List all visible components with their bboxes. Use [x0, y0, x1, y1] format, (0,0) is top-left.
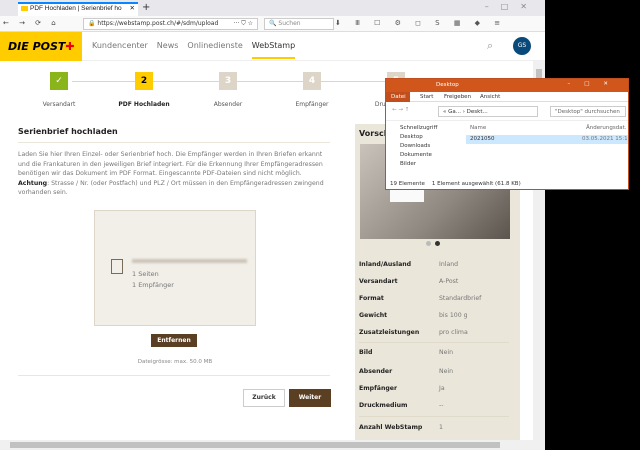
swiss-cross-icon: ✚ [65, 40, 75, 53]
new-tab-button[interactable]: + [142, 2, 150, 13]
explorer-title: Desktop [436, 82, 459, 88]
tab-bar: PDF Hochladen | Serienbrief ho ✕ + –□✕ [0, 0, 545, 16]
warning-label: Achtung [18, 179, 48, 187]
nav-buttons[interactable]: ← → ⟳ ⌂ [3, 19, 60, 27]
ribbon-datei[interactable]: Datei [386, 92, 410, 102]
window-controls[interactable]: –□✕ [485, 2, 539, 11]
file-row-selected[interactable]: 2021050 03.05.2021 15:1 [466, 135, 628, 144]
post-logo[interactable]: DIE POST✚ [0, 32, 82, 61]
step-label: Absender [213, 101, 243, 108]
file-name-blurred [132, 259, 247, 263]
nav-downloads[interactable]: Downloads [386, 141, 458, 150]
nav-bilder[interactable]: Bilder [386, 159, 458, 168]
url-bar[interactable]: 🔒 https://webstamp.post.ch/#/sdm/upload ·… [83, 18, 258, 30]
ribbon-ansicht[interactable]: Ansicht [480, 94, 500, 100]
file-name: 2021050 [470, 136, 495, 142]
file-date: 03.05.2021 15:1 [582, 136, 628, 142]
page-count: 1 Seiten [132, 270, 159, 278]
warning-text: : Strasse / Nr. (oder Postfach) und PLZ … [18, 179, 324, 197]
address-row: ← → ↑ « Ga... › Deskt... "Desktop" durch… [386, 103, 628, 121]
document-icon [111, 259, 123, 274]
upload-dropzone[interactable]: 1 Seiten 1 Empfänger [94, 210, 256, 326]
explorer-search[interactable]: "Desktop" durchsuchen [550, 106, 626, 117]
browser-window: PDF Hochladen | Serienbrief ho ✕ + –□✕ ← … [0, 0, 545, 450]
page-actions[interactable]: ··· ⛉ ☆ [234, 20, 253, 28]
nav-onlinedienste[interactable]: Onlinedienste [187, 41, 242, 50]
search-icon[interactable]: ⌕ [487, 39, 493, 53]
step-absender: 3 Absender [193, 72, 263, 108]
back-forward-up-icons[interactable]: ← → ↑ [392, 107, 409, 113]
close-tab-icon[interactable]: ✕ [130, 4, 135, 14]
search-input[interactable]: 🔍 Suchen [264, 18, 334, 30]
explorer-ribbon: Datei Start Freigeben Ansicht [386, 92, 628, 102]
tab-title: PDF Hochladen | Serienbrief ho [30, 5, 122, 12]
horizontal-scrollbar[interactable] [0, 440, 545, 450]
logo-text: DIE POST [8, 40, 66, 53]
step-number: 4 [303, 72, 321, 90]
page-title: Serienbrief hochladen [18, 127, 118, 136]
toolbar-icons[interactable]: ⬇ Ⅲ ☐ ⚙ ◻ S ▦ ◆ ≡ [335, 19, 506, 27]
favicon-icon [21, 5, 28, 11]
back-button[interactable]: Zurück [243, 389, 285, 407]
url-text: https://webstamp.post.ch/#/sdm/upload [97, 20, 219, 27]
step-label: Empfänger [295, 101, 329, 108]
navigation-pane: Schnellzugriff Desktop Downloads Dokumen… [386, 123, 458, 179]
address-bar[interactable]: « Ga... › Deskt... [438, 106, 538, 117]
ribbon-start[interactable]: Start [420, 94, 433, 100]
nav-bar: ← → ⟳ ⌂ 🔒 https://webstamp.post.ch/#/sdm… [0, 16, 545, 32]
step-check-icon: ✓ [50, 72, 68, 90]
site-header: DIE POST✚ Kundencenter News Onlinedienste W… [0, 32, 545, 61]
remove-button[interactable]: Entfernen [151, 334, 197, 347]
step-label: Versandart [42, 101, 76, 108]
avatar[interactable]: GS [513, 37, 531, 55]
nav-desktop[interactable]: Desktop [386, 132, 458, 141]
divider [18, 375, 330, 376]
divider [18, 142, 330, 143]
item-count: 19 Elemente [390, 181, 425, 187]
recipient-count: 1 Empfänger [132, 281, 174, 289]
step-number: 2 [135, 72, 153, 90]
step-number: 3 [219, 72, 237, 90]
column-name[interactable]: Name [470, 125, 486, 131]
step-label: PDF Hochladen [118, 101, 170, 108]
nav-dokumente[interactable]: Dokumente [386, 150, 458, 159]
file-size-limit: Dateigrösse: max. 50.0 MB [137, 359, 213, 365]
nav-kundencenter[interactable]: Kundencenter [92, 41, 148, 50]
carousel-dots[interactable] [426, 240, 444, 248]
main-nav: Kundencenter News Onlinedienste WebStamp [92, 41, 304, 59]
status-bar: 19 Elemente 1 Element ausgewählt (61.8 K… [390, 181, 521, 187]
step-empfaenger: 4 Empfänger [277, 72, 347, 108]
ribbon-freigeben[interactable]: Freigeben [444, 94, 471, 100]
column-date[interactable]: Änderungsdat. [586, 125, 626, 131]
nav-webstamp[interactable]: WebStamp [251, 41, 296, 59]
next-button[interactable]: Weiter [289, 389, 331, 407]
selection-info: 1 Element ausgewählt (61.8 KB) [431, 181, 521, 187]
window-controls[interactable]: –□✕ [567, 81, 622, 87]
nav-schnellzugriff[interactable]: Schnellzugriff [386, 123, 458, 132]
step-pdf-hochladen[interactable]: 2 PDF Hochladen [109, 72, 179, 108]
nav-news[interactable]: News [157, 41, 179, 50]
search-placeholder: Suchen [278, 20, 301, 27]
browser-tab[interactable]: PDF Hochladen | Serienbrief ho ✕ [18, 2, 138, 16]
description: Laden Sie hier Ihren Einzel- oder Serien… [18, 150, 333, 198]
file-explorer-window: Desktop –□✕ Datei Start Freigeben Ansicht… [385, 78, 629, 190]
description-text: Laden Sie hier Ihren Einzel- oder Serien… [18, 151, 323, 177]
step-versandart[interactable]: ✓ Versandart [24, 72, 94, 108]
explorer-titlebar[interactable]: Desktop –□✕ [386, 79, 628, 92]
